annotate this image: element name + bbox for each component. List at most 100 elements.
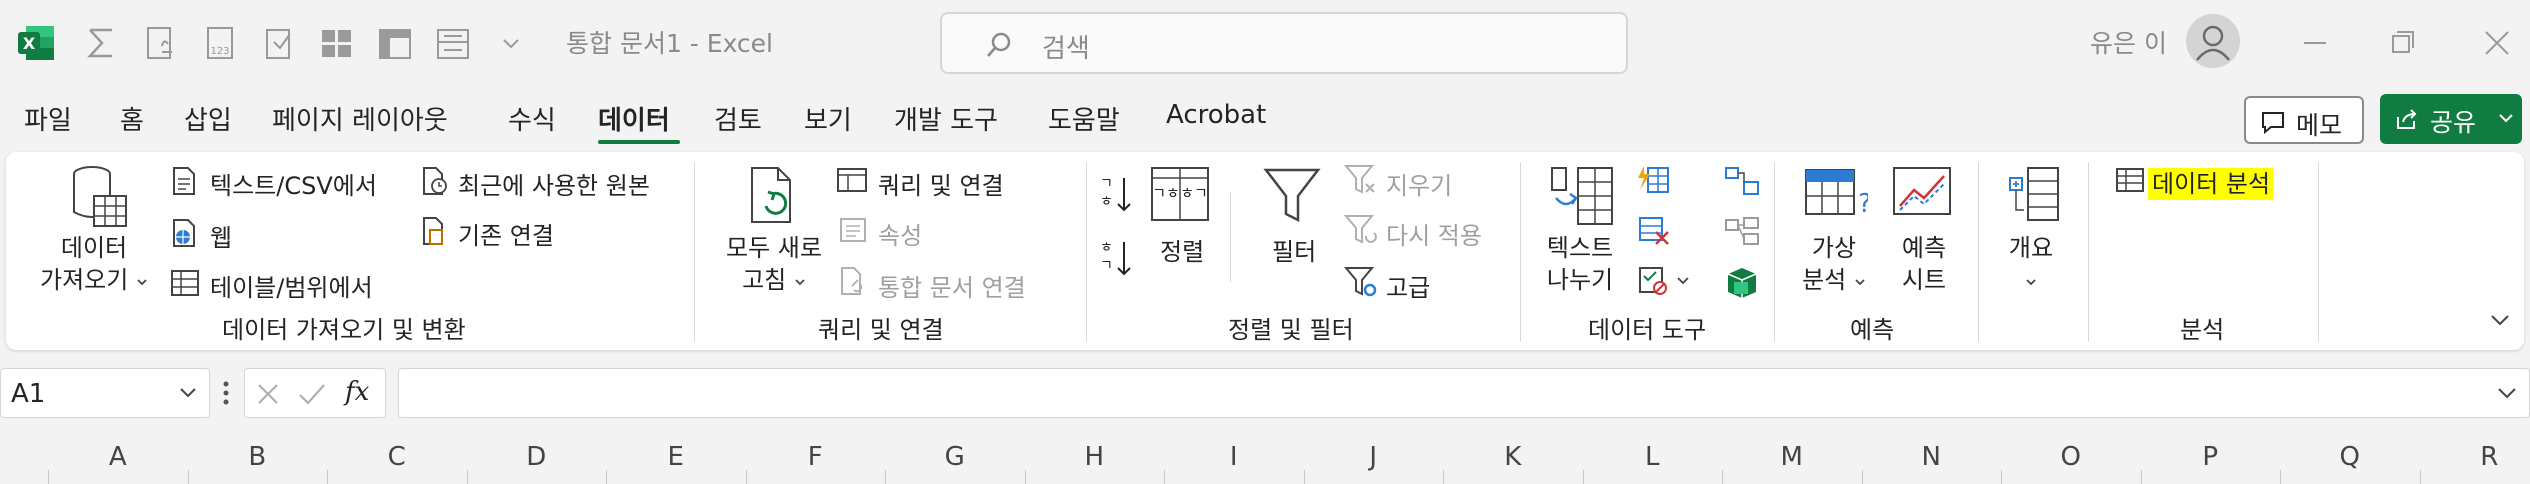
group-label-data-tools: 데이터 도구 (1588, 316, 1707, 344)
get-data-label-2: 가져오기 (40, 266, 129, 294)
number-format-icon[interactable]: 123 (200, 22, 242, 64)
column-header-l[interactable]: L (1583, 442, 1723, 472)
tab-review[interactable]: 검토 (714, 100, 762, 137)
data-validation-icon[interactable] (1636, 264, 1700, 302)
column-header-p[interactable]: P (2141, 442, 2281, 472)
column-header-k[interactable]: K (1443, 442, 1583, 472)
chevron-down-icon (2026, 279, 2036, 286)
reapply-button[interactable]: 다시 적용 (1386, 216, 1482, 251)
column-header-i[interactable]: I (1164, 442, 1304, 472)
sort-ascending-icon[interactable]: ㄱㅎ (1098, 174, 1134, 220)
tab-acrobat[interactable]: Acrobat (1166, 100, 1266, 130)
column-header-g[interactable]: G (885, 442, 1025, 472)
autosum-icon[interactable] (80, 22, 122, 64)
data-analysis-button[interactable]: 데이터 분석 (2148, 164, 2275, 200)
outline-label: 개요 (2008, 234, 2054, 262)
avatar[interactable] (2186, 14, 2240, 68)
close-icon[interactable] (2474, 20, 2520, 66)
text-to-columns-label-1: 텍스트 (1546, 234, 1614, 262)
advanced-filter-button[interactable]: 고급 (1386, 268, 1430, 303)
search-input[interactable]: 검색 (940, 12, 1628, 74)
tab-formulas[interactable]: 수식 (508, 100, 556, 137)
cancel-icon[interactable] (255, 381, 281, 407)
from-text-csv-button[interactable]: 텍스트/CSV에서 (210, 166, 377, 201)
forecast-sheet-icon (1892, 166, 1952, 226)
tab-developer[interactable]: 개발 도구 (894, 100, 998, 137)
forecast-sheet-button[interactable]: 예측 시트 (1882, 232, 1966, 296)
tab-help[interactable]: 도움말 (1048, 100, 1120, 137)
remove-duplicates-icon[interactable] (1636, 214, 1672, 250)
chevron-down-icon[interactable] (179, 387, 197, 399)
get-data-button[interactable]: 데이터 가져오기 (34, 232, 154, 296)
chevron-down-icon[interactable] (2498, 112, 2514, 124)
column-header-j[interactable]: J (1304, 442, 1444, 472)
recent-sources-button[interactable]: 최근에 사용한 원본 (458, 166, 650, 201)
more-options-icon[interactable] (222, 380, 230, 410)
text-to-columns-button[interactable]: 텍스트 나누기 (1532, 232, 1628, 296)
what-if-analysis-icon: ? (1804, 166, 1872, 226)
chevron-down-icon (795, 279, 805, 286)
properties-button[interactable]: 속성 (878, 216, 922, 251)
expand-formula-bar-icon[interactable] (2497, 387, 2517, 399)
outline-button[interactable]: 개요 (1996, 232, 2066, 296)
customize-qat-chevron-icon[interactable] (490, 22, 532, 64)
form-icon[interactable] (432, 22, 474, 64)
column-header-b[interactable]: B (188, 442, 328, 472)
insert-function-button[interactable]: fx (345, 377, 369, 407)
name-box[interactable]: A1 (0, 368, 210, 418)
column-separator (2280, 470, 2281, 484)
sort-button[interactable]: 정렬 (1160, 232, 1204, 267)
tab-file[interactable]: 파일 (24, 100, 72, 137)
column-header-q[interactable]: Q (2280, 442, 2420, 472)
flash-fill-icon[interactable] (1636, 164, 1672, 200)
column-header-d[interactable]: D (467, 442, 607, 472)
filter-button[interactable]: 필터 (1272, 232, 1316, 267)
consolidate-icon[interactable] (1724, 166, 1760, 200)
group-label-get-transform: 데이터 가져오기 및 변환 (222, 316, 466, 344)
refresh-all-button[interactable]: 모두 새로 고침 (712, 232, 836, 296)
edit-links-button[interactable]: 통합 문서 연결 (878, 268, 1026, 303)
column-separator (2140, 470, 2142, 484)
column-header-h[interactable]: H (1025, 442, 1165, 472)
column-header-f[interactable]: F (746, 442, 886, 472)
from-web-button[interactable]: 웹 (210, 218, 232, 253)
excel-logo-icon: X (16, 22, 58, 64)
clear-filter-button[interactable]: 지우기 (1386, 166, 1452, 201)
comments-button[interactable]: 메모 (2244, 96, 2364, 144)
existing-connections-button[interactable]: 기존 연결 (458, 216, 554, 251)
column-header-r[interactable]: R (2420, 442, 2530, 472)
column-header-m[interactable]: M (1722, 442, 1862, 472)
tab-data[interactable]: 데이터 (598, 100, 670, 137)
svg-text:X: X (23, 34, 36, 53)
column-header-o[interactable]: O (2001, 442, 2141, 472)
column-separator (327, 470, 328, 484)
what-if-analysis-button[interactable]: 가상 분석 (1792, 232, 1876, 296)
column-header-c[interactable]: C (327, 442, 467, 472)
layout-icon[interactable] (316, 22, 358, 64)
restore-icon[interactable] (2380, 20, 2426, 66)
pivot-icon[interactable] (374, 22, 416, 64)
data-model-icon[interactable] (1724, 266, 1760, 304)
tab-insert[interactable]: 삽입 (184, 100, 232, 137)
queries-connections-button[interactable]: 쿼리 및 연결 (878, 166, 1004, 201)
collapse-ribbon-icon[interactable] (2490, 312, 2510, 331)
from-table-range-button[interactable]: 테이블/범위에서 (210, 268, 373, 303)
sort-descending-icon[interactable]: ㅎㄱ (1098, 238, 1134, 284)
user-name[interactable]: 유은 이 (2090, 24, 2167, 60)
insert-function-icon[interactable] (140, 22, 182, 64)
relationships-icon[interactable] (1724, 216, 1760, 250)
tab-home[interactable]: 홈 (120, 100, 144, 137)
formula-input[interactable] (398, 368, 2530, 418)
column-header-n[interactable]: N (1862, 442, 2002, 472)
share-button[interactable]: 공유 (2380, 94, 2522, 144)
tab-view[interactable]: 보기 (804, 100, 852, 137)
column-separator (1443, 470, 1444, 484)
column-header-e[interactable]: E (606, 442, 746, 472)
column-separator (1303, 470, 1305, 484)
clipboard-icon[interactable] (258, 22, 300, 64)
enter-icon[interactable] (297, 381, 327, 407)
minimize-icon[interactable] (2292, 20, 2338, 66)
tab-page-layout[interactable]: 페이지 레이아웃 (272, 100, 448, 137)
column-header-a[interactable]: A (48, 442, 188, 472)
refresh-all-label-1: 모두 새로 (726, 234, 822, 262)
